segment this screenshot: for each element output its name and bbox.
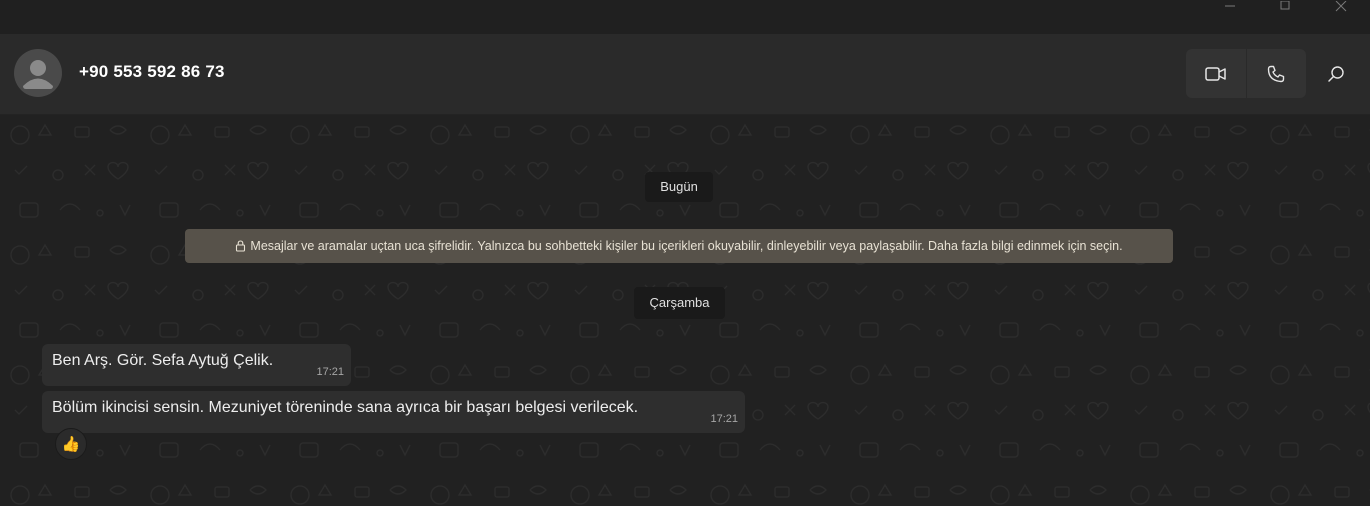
- minimize-button[interactable]: [1207, 0, 1253, 14]
- minimize-icon: [1225, 5, 1235, 7]
- date-separator-day: Çarşamba: [634, 287, 725, 319]
- message-text: Bölüm ikincisi sensin. Mezuniyet törenin…: [52, 399, 639, 416]
- lock-icon: [236, 240, 246, 252]
- message-bubble[interactable]: Bölüm ikincisi sensin. Mezuniyet törenin…: [42, 391, 745, 433]
- encryption-notice[interactable]: Mesajlar ve aramalar uçtan uca şifrelidi…: [185, 229, 1173, 263]
- message-time: 17:21: [710, 413, 738, 425]
- message-time: 17:21: [316, 366, 344, 378]
- close-button[interactable]: [1318, 0, 1364, 14]
- thumbs-up-reaction[interactable]: 👍: [55, 428, 87, 460]
- message-text: Ben Arş. Gör. Sefa Aytuğ Çelik.: [52, 352, 274, 369]
- close-icon: [1335, 1, 1347, 12]
- chat-header: +90 553 592 86 73: [0, 34, 1370, 115]
- voice-call-icon: [1268, 65, 1285, 82]
- contact-name[interactable]: +90 553 592 86 73: [79, 62, 225, 82]
- message-bubble[interactable]: Ben Arş. Gör. Sefa Aytuğ Çelik. 17:21: [42, 344, 351, 386]
- voice-call-button[interactable]: [1246, 49, 1306, 98]
- encryption-notice-text: Mesajlar ve aramalar uçtan uca şifrelidi…: [250, 239, 1123, 253]
- date-separator-today: Bugün: [645, 172, 713, 202]
- video-call-icon: [1205, 66, 1226, 81]
- search-button[interactable]: [1318, 59, 1354, 89]
- video-call-button[interactable]: [1186, 49, 1246, 98]
- maximize-button[interactable]: [1262, 0, 1308, 14]
- window-titlebar: [0, 0, 1370, 34]
- search-icon: [1328, 66, 1344, 82]
- avatar[interactable]: [14, 49, 62, 97]
- chat-area[interactable]: Bugün Mesajlar ve aramalar uçtan uca şif…: [0, 115, 1370, 506]
- maximize-icon: [1280, 1, 1290, 10]
- avatar-placeholder-icon: [23, 60, 53, 89]
- call-button-group: [1186, 49, 1306, 98]
